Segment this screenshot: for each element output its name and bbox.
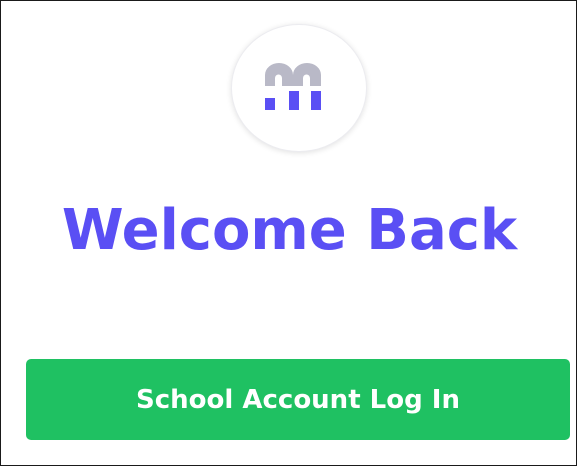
logo-badge xyxy=(231,24,367,152)
login-window: Welcome Back School Account Log In xyxy=(0,0,577,466)
brand-m-logo-icon xyxy=(265,63,321,110)
page-title: Welcome Back xyxy=(61,198,518,263)
school-account-login-button[interactable]: School Account Log In xyxy=(26,359,570,440)
